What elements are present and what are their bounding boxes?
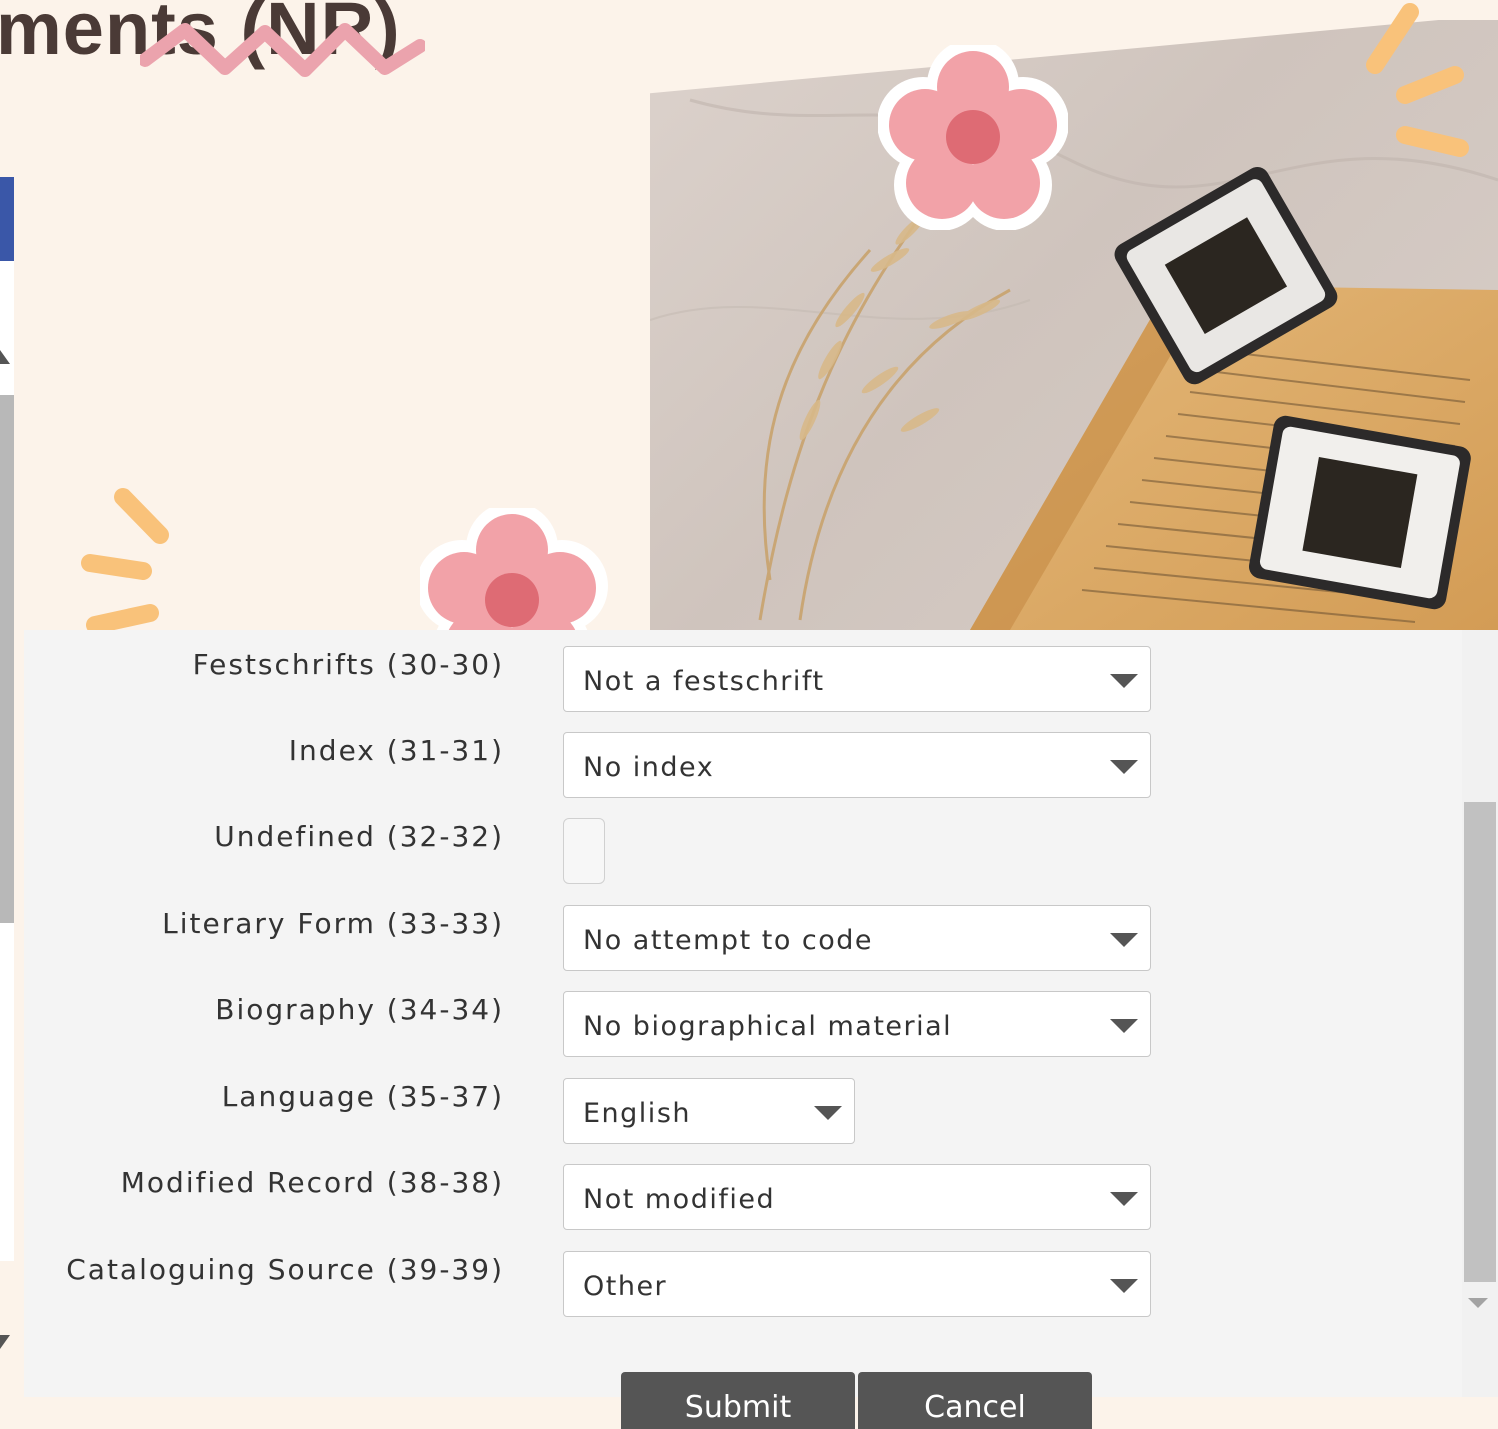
biography-select[interactable]: No biographical material — [563, 991, 1151, 1057]
index-select[interactable]: No index — [563, 732, 1151, 798]
field-label-modified-record: Modified Record (38-38) — [120, 1166, 504, 1199]
flower-icon-2 — [420, 508, 608, 630]
form-row-language: Language (35-37) English — [24, 1062, 1154, 1144]
select-value: No biographical material — [583, 1011, 953, 1042]
zigzag-decoration — [140, 23, 425, 77]
cataloguing-source-select[interactable]: Other — [563, 1251, 1151, 1317]
field-label-undefined: Undefined (32-32) — [214, 820, 504, 853]
background-window-header — [0, 177, 14, 261]
select-value: No attempt to code — [583, 925, 874, 956]
dropdown-arrow-icon — [1110, 760, 1138, 774]
field-label-language: Language (35-37) — [221, 1080, 504, 1113]
field-label-literary-form: Literary Form (33-33) — [162, 907, 504, 940]
form-row-festschrifts: Festschrifts (30-30) Not a festschrift — [24, 630, 1154, 712]
fixed-field-editor-dialog: Festschrifts (30-30) Not a festschrift I… — [24, 630, 1498, 1429]
sparkle-icon — [1366, 3, 1469, 157]
dropdown-arrow-icon — [1110, 674, 1138, 688]
select-value: English — [583, 1098, 691, 1129]
form-row-undefined: Undefined (32-32) — [24, 802, 1154, 884]
background-scrollbar — [0, 395, 14, 923]
literary-form-select[interactable]: No attempt to code — [563, 905, 1151, 971]
cancel-button[interactable]: Cancel — [858, 1372, 1092, 1429]
select-value: Other — [583, 1271, 668, 1302]
field-label-index: Index (31-31) — [288, 734, 504, 767]
select-value: No index — [583, 752, 715, 783]
undefined-checkbox[interactable] — [563, 818, 605, 884]
sparkle-icon-2 — [81, 488, 169, 630]
form-row-index: Index (31-31) No index — [24, 716, 1154, 798]
dropdown-arrow-icon — [814, 1106, 842, 1120]
form-row-modified-record: Modified Record (38-38) Not modified — [24, 1148, 1154, 1230]
dropdown-arrow-icon — [1110, 933, 1138, 947]
festschrifts-select[interactable]: Not a festschrift — [563, 646, 1151, 712]
form-row-literary-form: Literary Form (33-33) No attempt to code — [24, 889, 1154, 971]
field-label-biography: Biography (34-34) — [215, 993, 504, 1026]
submit-button[interactable]: Submit — [621, 1372, 855, 1429]
dropdown-arrow-icon — [1110, 1192, 1138, 1206]
field-label-festschrifts: Festschrifts (30-30) — [192, 648, 504, 681]
dropdown-arrow-icon — [1110, 1279, 1138, 1293]
form-row-cataloguing-source: Cataloguing Source (39-39) Other — [24, 1235, 1154, 1317]
dropdown-arrow-icon — [1110, 1019, 1138, 1033]
select-value: Not modified — [583, 1184, 776, 1215]
scroll-up-icon — [0, 350, 10, 364]
film-slide-illustration-2 — [1249, 415, 1471, 610]
dried-grass-illustration — [758, 189, 1011, 621]
flower-icon — [878, 45, 1068, 230]
scroll-thumb[interactable] — [1464, 802, 1496, 1282]
scroll-down-icon — [0, 1335, 10, 1349]
scroll-down-arrow-icon[interactable] — [1468, 1298, 1488, 1308]
language-select[interactable]: English — [563, 1078, 855, 1144]
form-row-biography: Biography (34-34) No biographical materi… — [24, 975, 1154, 1057]
modified-record-select[interactable]: Not modified — [563, 1164, 1151, 1230]
field-label-cataloguing-source: Cataloguing Source (39-39) — [66, 1253, 504, 1286]
dialog-scrollbar[interactable] — [1462, 630, 1498, 1397]
select-value: Not a festschrift — [583, 666, 825, 697]
